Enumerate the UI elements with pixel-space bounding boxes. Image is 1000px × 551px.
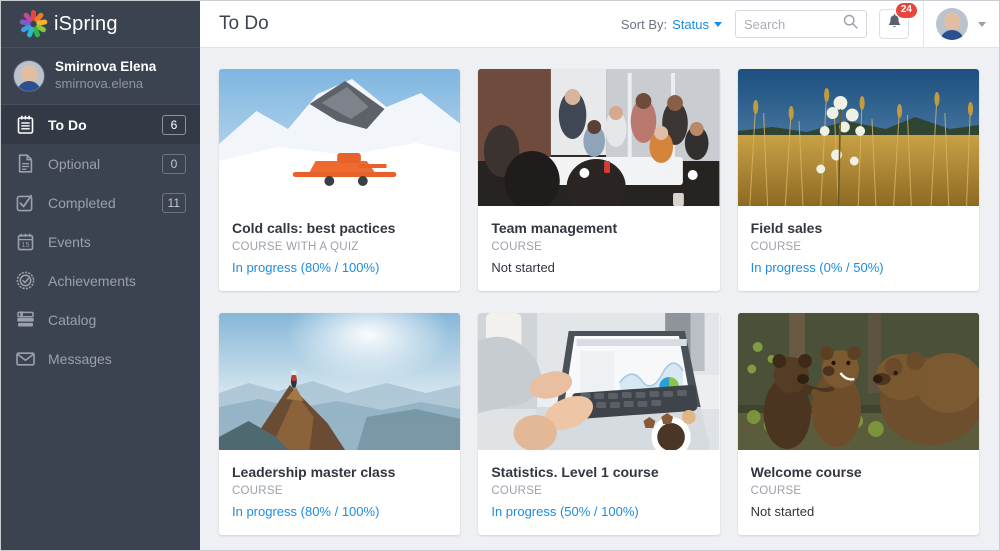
avatar[interactable] xyxy=(936,8,968,40)
sidebar-item-label: Events xyxy=(48,234,200,250)
course-status: In progress (50% / 100%) xyxy=(491,504,705,519)
course-card[interactable]: Statistics. Level 1 course COURSE In pro… xyxy=(478,313,719,535)
sidebar-item-label: Achievements xyxy=(48,273,200,289)
notification-count-badge: 24 xyxy=(895,2,918,19)
course-type: COURSE xyxy=(491,241,705,253)
notifications[interactable]: 24 xyxy=(879,9,909,39)
course-thumbnail-golden-wheat-field xyxy=(738,69,979,206)
brand-name: iSpring xyxy=(54,13,118,36)
sidebar-item-completed[interactable]: Completed 11 xyxy=(1,183,200,222)
course-thumbnail-hands-typing-laptop-chart xyxy=(478,313,719,450)
calendar-icon: 15 xyxy=(15,232,35,252)
sidebar-item-label: Catalog xyxy=(48,312,200,328)
course-type: COURSE xyxy=(491,485,705,497)
sidebar-item-events[interactable]: 15 Events xyxy=(1,222,200,261)
avatar xyxy=(13,60,45,92)
sidebar-nav: To Do 6 Optional 0 Completed 11 15 xyxy=(1,105,200,378)
sidebar-item-label: Messages xyxy=(48,351,200,367)
sidebar-item-label: Optional xyxy=(48,156,162,172)
top-bar: To Do Sort By: Status 24 xyxy=(200,1,999,48)
course-status: In progress (80% / 100%) xyxy=(232,504,446,519)
document-icon xyxy=(15,154,35,174)
course-title: Cold calls: best pactices xyxy=(232,220,446,236)
ispring-pinwheel-logo xyxy=(19,10,47,38)
course-title: Field sales xyxy=(751,220,965,236)
profile-name: Smirnova Elena xyxy=(55,59,156,76)
profile-login: smirnova.elena xyxy=(55,76,156,92)
chevron-down-icon[interactable] xyxy=(978,22,986,27)
sidebar-item-label: Completed xyxy=(48,195,162,211)
envelope-icon xyxy=(15,349,35,369)
course-card[interactable]: Welcome course COURSE Not started xyxy=(738,313,979,535)
course-title: Statistics. Level 1 course xyxy=(491,464,705,480)
sort-by-label: Sort By: xyxy=(621,17,667,32)
page-title: To Do xyxy=(200,13,621,35)
application-window: iSpring Smirnova Elena smirnova.elena To… xyxy=(0,0,1000,551)
sidebar-item-label: To Do xyxy=(48,117,162,133)
sidebar-item-catalog[interactable]: Catalog xyxy=(1,300,200,339)
course-card[interactable]: Team management COURSE Not started xyxy=(478,69,719,291)
sidebar-item-messages[interactable]: Messages xyxy=(1,339,200,378)
course-status: In progress (0% / 50%) xyxy=(751,260,965,275)
course-thumbnail-brown-bear-cubs-playing xyxy=(738,313,979,450)
course-card[interactable]: Leadership master class COURSE In progre… xyxy=(219,313,460,535)
sidebar-item-badge: 0 xyxy=(162,154,186,174)
course-thumbnail-hiker-on-mountain-peak xyxy=(219,313,460,450)
course-card[interactable]: Field sales COURSE In progress (0% / 50%… xyxy=(738,69,979,291)
sidebar: iSpring Smirnova Elena smirnova.elena To… xyxy=(1,1,200,550)
sidebar-item-badge: 11 xyxy=(162,193,186,213)
course-status: In progress (80% / 100%) xyxy=(232,260,446,275)
course-title: Welcome course xyxy=(751,464,965,480)
course-type: COURSE xyxy=(751,241,965,253)
course-title: Team management xyxy=(491,220,705,236)
course-type: COURSE xyxy=(232,485,446,497)
svg-text:15: 15 xyxy=(21,242,29,249)
course-title: Leadership master class xyxy=(232,464,446,480)
brand-logo[interactable]: iSpring xyxy=(1,1,200,48)
search-box[interactable] xyxy=(735,10,867,38)
checkbox-icon xyxy=(15,193,35,213)
course-grid-area: Cold calls: best pactices COURSE WITH A … xyxy=(200,48,999,550)
sidebar-item-badge: 6 xyxy=(162,115,186,135)
sort-by-value: Status xyxy=(672,17,709,32)
notepad-icon xyxy=(15,115,35,135)
sidebar-item-achievements[interactable]: Achievements xyxy=(1,261,200,300)
search-input[interactable] xyxy=(744,17,843,32)
course-grid: Cold calls: best pactices COURSE WITH A … xyxy=(219,69,979,535)
award-badge-icon xyxy=(15,271,35,291)
user-menu[interactable] xyxy=(924,8,999,40)
course-type: COURSE xyxy=(751,485,965,497)
main-area: To Do Sort By: Status 24 xyxy=(200,1,999,550)
books-icon xyxy=(15,310,35,330)
sidebar-profile[interactable]: Smirnova Elena smirnova.elena xyxy=(1,48,200,105)
search-icon[interactable] xyxy=(843,14,858,34)
course-status: Not started xyxy=(491,260,705,275)
course-card[interactable]: Cold calls: best pactices COURSE WITH A … xyxy=(219,69,460,291)
sort-by-control[interactable]: Sort By: Status xyxy=(621,17,722,32)
course-thumbnail-meeting-room-people xyxy=(478,69,719,206)
chevron-down-icon xyxy=(714,22,722,27)
course-type: COURSE WITH A QUIZ xyxy=(232,241,446,253)
course-thumbnail-snow-mountain-orange-plane xyxy=(219,69,460,206)
course-status: Not started xyxy=(751,504,965,519)
sidebar-item-to-do[interactable]: To Do 6 xyxy=(1,105,200,144)
sidebar-item-optional[interactable]: Optional 0 xyxy=(1,144,200,183)
